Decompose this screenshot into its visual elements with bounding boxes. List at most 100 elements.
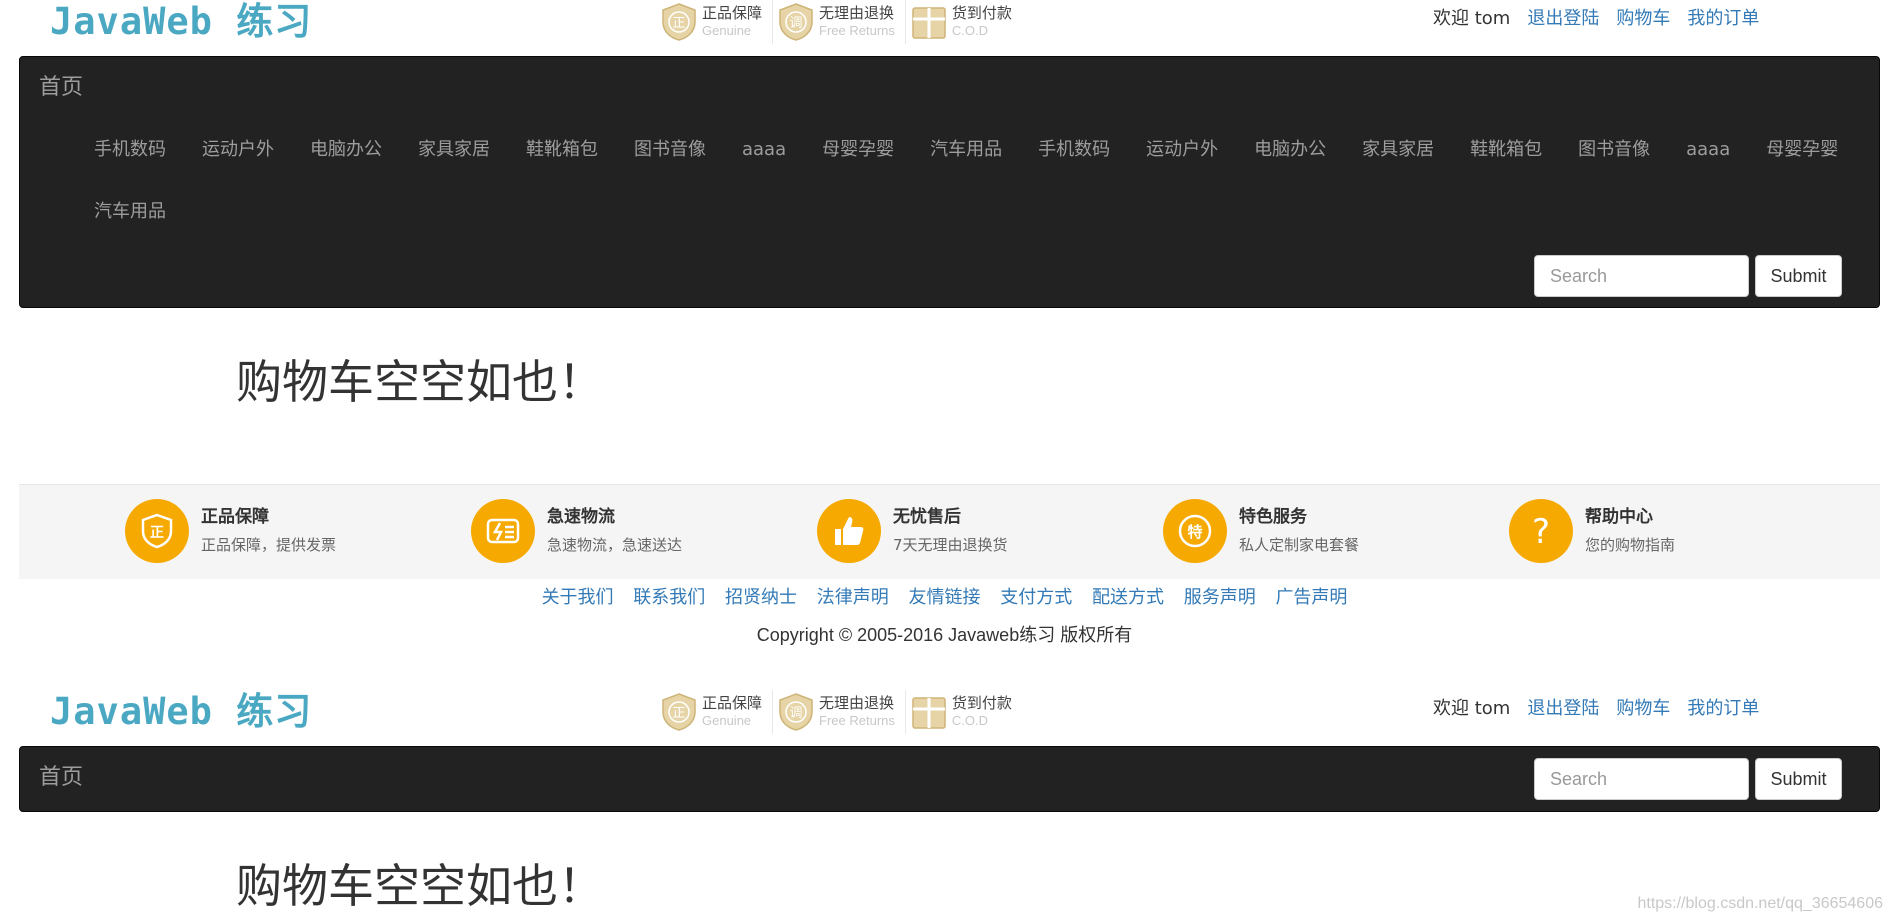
feature-title: 无忧售后 xyxy=(893,507,961,527)
badge-genuine-sub: Genuine xyxy=(702,23,752,38)
category-item[interactable]: 汽车用品 xyxy=(76,181,184,243)
feature-after-sales: 无忧售后 7天无理由退换货 xyxy=(817,499,1008,563)
copyright-text: Copyright © 2005-2016 Javaweb练习 版权所有 xyxy=(756,625,1133,645)
orders-link[interactable]: 我的订单 xyxy=(1687,697,1759,721)
category-item[interactable]: 汽车用品 xyxy=(912,119,1020,181)
category-item[interactable]: 运动户外 xyxy=(184,119,292,181)
shield-tiao-icon: 调 xyxy=(779,693,813,731)
category-item[interactable]: 家具家居 xyxy=(400,119,508,181)
svg-text:调: 调 xyxy=(790,16,803,31)
badge-cod-sub: C.O.D xyxy=(951,713,989,728)
watermark-text: https://blog.csdn.net/qq_36654606 xyxy=(1637,895,1883,912)
feature-title: 急速物流 xyxy=(547,507,615,527)
badge-cod-sub: C.O.D xyxy=(951,23,989,38)
badge-free-returns: 调 无理由退换 Free Returns xyxy=(773,690,906,734)
welcome-text: 欢迎 tom xyxy=(1433,698,1511,719)
category-item[interactable]: 母婴孕婴 xyxy=(1748,119,1856,181)
submit-button[interactable]: Submit xyxy=(1755,758,1842,800)
site-logo[interactable]: JavaWeb 练习 xyxy=(50,0,312,44)
category-item[interactable]: 图书音像 xyxy=(616,119,724,181)
welcome-text: 欢迎 tom xyxy=(1433,8,1511,29)
badge-free-returns: 调 无理由退换 Free Returns xyxy=(773,0,906,44)
category-item[interactable]: 电脑办公 xyxy=(1236,119,1344,181)
cart-link[interactable]: 购物车 xyxy=(1616,7,1670,31)
category-item[interactable]: 图书音像 xyxy=(1560,119,1668,181)
category-item[interactable]: 鞋靴箱包 xyxy=(1452,119,1560,181)
badge-cod-label: 货到付款 xyxy=(951,694,1012,712)
svg-text:调: 调 xyxy=(790,706,803,721)
badge-free-returns-label: 无理由退换 xyxy=(819,4,895,22)
svg-text:?: ? xyxy=(1532,512,1550,551)
service-badges: 正 正品保障 Genuine 调 无理由退换 Free Returns 货到付款… xyxy=(656,0,1022,44)
badge-genuine-sub: Genuine xyxy=(702,713,752,728)
svg-text:特: 特 xyxy=(1187,523,1202,541)
shield-zheng-icon: 正 xyxy=(662,693,696,731)
logout-link[interactable]: 退出登陆 xyxy=(1527,697,1599,721)
orders-link[interactable]: 我的订单 xyxy=(1687,7,1759,31)
shield-tiao-icon: 调 xyxy=(779,3,813,41)
feature-desc: 急速物流，急速送达 xyxy=(547,536,683,554)
express-icon xyxy=(471,499,535,563)
empty-cart-message: 购物车空空如也！ xyxy=(236,859,604,913)
service-badges: 正 正品保障 Genuine 调 无理由退换 Free Returns 货到付款… xyxy=(656,690,1022,734)
feature-title: 帮助中心 xyxy=(1585,507,1653,527)
site-header: JavaWeb 练习 正 正品保障 Genuine 调 无理由退换 Free R… xyxy=(0,0,1889,56)
footer-link-contact[interactable]: 联系我们 xyxy=(633,587,705,608)
site-logo[interactable]: JavaWeb 练习 xyxy=(50,690,312,734)
logout-link[interactable]: 退出登陆 xyxy=(1527,7,1599,31)
submit-button[interactable]: Submit xyxy=(1755,255,1842,297)
footer-link-friends[interactable]: 友情链接 xyxy=(909,587,981,608)
badge-free-returns-label: 无理由退换 xyxy=(819,694,895,712)
feature-help-center: ? 帮助中心 您的购物指南 xyxy=(1509,499,1675,563)
category-item[interactable]: 手机数码 xyxy=(1020,119,1128,181)
shield-zheng-icon: 正 xyxy=(125,499,189,563)
svg-text:正: 正 xyxy=(672,706,685,721)
te-badge-icon: 特 xyxy=(1163,499,1227,563)
feature-title: 正品保障 xyxy=(201,507,269,527)
search-form: Submit xyxy=(1534,255,1842,297)
thumbs-up-icon xyxy=(817,499,881,563)
footer-link-careers[interactable]: 招贤纳士 xyxy=(725,587,797,608)
features-strip: 正 正品保障 正品保障，提供发票 急速物流 急速物流，急速送达 无忧售后 7天无… xyxy=(19,484,1880,579)
category-item[interactable]: 运动户外 xyxy=(1128,119,1236,181)
user-nav: 欢迎 tom 退出登陆 购物车 我的订单 xyxy=(1433,697,1776,721)
gift-box-icon xyxy=(912,7,946,39)
footer-link-service[interactable]: 服务声明 xyxy=(1184,587,1256,608)
footer-link-ads[interactable]: 广告声明 xyxy=(1275,587,1347,608)
footer-link-legal[interactable]: 法律声明 xyxy=(817,587,889,608)
feature-title: 特色服务 xyxy=(1239,507,1307,527)
feature-desc: 您的购物指南 xyxy=(1585,536,1676,554)
category-item[interactable]: 家具家居 xyxy=(1344,119,1452,181)
question-icon: ? xyxy=(1509,499,1573,563)
category-list: 手机数码 运动户外 电脑办公 家具家居 鞋靴箱包 图书音像 aaaa 母婴孕婴 … xyxy=(76,119,1866,243)
footer-link-payment[interactable]: 支付方式 xyxy=(1000,587,1072,608)
footer-link-about[interactable]: 关于我们 xyxy=(542,587,614,608)
badge-genuine-label: 正品保障 xyxy=(702,694,763,712)
nav-home-link[interactable]: 首页 xyxy=(39,763,83,793)
main-navbar: 首页 Submit xyxy=(19,746,1880,812)
feature-express: 急速物流 急速物流，急速送达 xyxy=(471,499,682,563)
feature-desc: 7天无理由退换货 xyxy=(893,536,1008,554)
category-item[interactable]: aaaa xyxy=(1668,119,1748,181)
category-item[interactable]: aaaa xyxy=(724,119,804,181)
cart-link[interactable]: 购物车 xyxy=(1616,697,1670,721)
badge-genuine: 正 正品保障 Genuine xyxy=(656,0,774,44)
shield-zheng-icon: 正 xyxy=(662,3,696,41)
feature-special-service: 特 特色服务 私人定制家电套餐 xyxy=(1163,499,1359,563)
category-item[interactable]: 手机数码 xyxy=(76,119,184,181)
feature-genuine: 正 正品保障 正品保障，提供发票 xyxy=(125,499,336,563)
gift-box-icon xyxy=(912,697,946,729)
search-input[interactable] xyxy=(1534,255,1749,297)
footer-link-delivery[interactable]: 配送方式 xyxy=(1092,587,1164,608)
badge-cod: 货到付款 C.O.D xyxy=(906,690,1022,734)
feature-desc: 正品保障，提供发票 xyxy=(201,536,337,554)
nav-home-link[interactable]: 首页 xyxy=(39,73,83,103)
main-navbar: 首页 手机数码 运动户外 电脑办公 家具家居 鞋靴箱包 图书音像 aaaa 母婴… xyxy=(19,56,1880,308)
category-item[interactable]: 母婴孕婴 xyxy=(804,119,912,181)
search-form: Submit xyxy=(1534,758,1842,800)
category-item[interactable]: 鞋靴箱包 xyxy=(508,119,616,181)
badge-free-returns-sub: Free Returns xyxy=(819,23,895,38)
category-item[interactable]: 电脑办公 xyxy=(292,119,400,181)
svg-text:正: 正 xyxy=(672,16,685,31)
search-input[interactable] xyxy=(1534,758,1749,800)
